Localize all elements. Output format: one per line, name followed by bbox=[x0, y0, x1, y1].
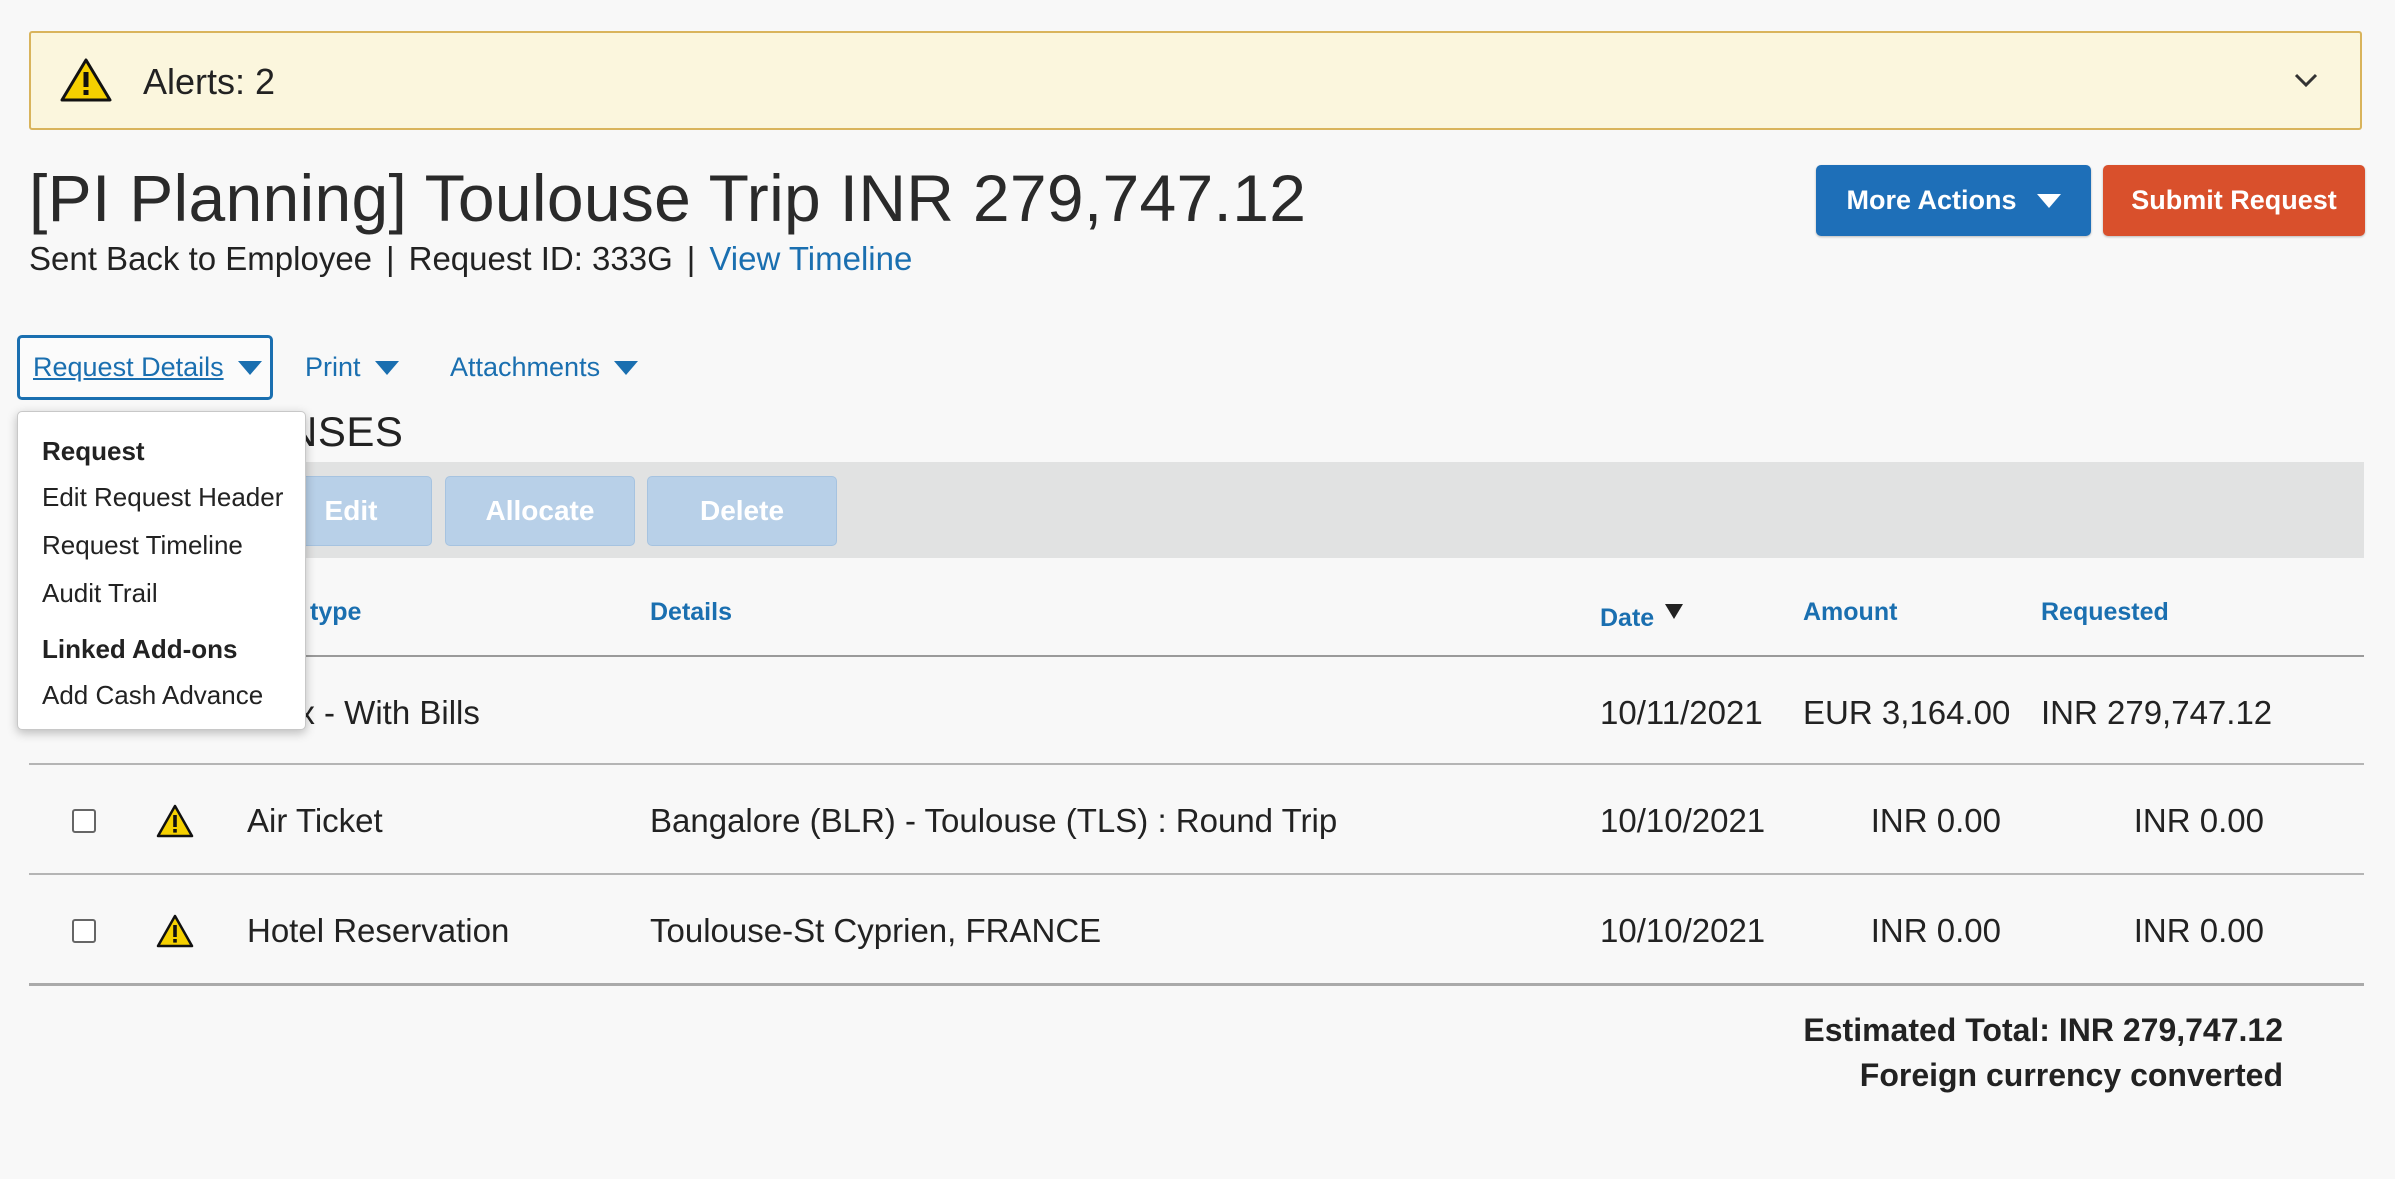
foreign-currency-note: Foreign currency converted bbox=[1859, 1057, 2283, 1093]
row2-requested: INR 0.00 bbox=[2133, 802, 2264, 839]
row2-date: 10/10/2021 bbox=[1600, 802, 1766, 839]
print-label: Print bbox=[305, 352, 361, 382]
request-details-menu[interactable]: Request Details bbox=[17, 335, 273, 400]
chevron-down-icon[interactable] bbox=[2291, 65, 2321, 95]
sort-descending-icon[interactable] bbox=[1664, 602, 1684, 620]
row3-details: Toulouse-St Cyprien, FRANCE bbox=[650, 912, 1102, 949]
edit-request-header-item[interactable]: Edit Request Header bbox=[42, 482, 283, 513]
separator: | bbox=[386, 240, 395, 277]
request-subheader: Sent Back to Employee | Request ID: 333G | V… bbox=[29, 240, 912, 278]
request-status: Sent Back to Employee bbox=[29, 240, 373, 277]
caret-down-icon bbox=[614, 360, 639, 375]
warning-icon bbox=[156, 914, 194, 948]
more-actions-label: More Actions bbox=[1846, 185, 2017, 215]
page-title: [PI Planning] Toulouse Trip INR 279,747.… bbox=[29, 161, 1307, 235]
alerts-bar[interactable]: Alerts: 2 bbox=[29, 31, 2362, 130]
view-timeline-link[interactable]: View Timeline bbox=[709, 240, 912, 277]
row-divider bbox=[29, 873, 2364, 875]
add-cash-advance-item[interactable]: Add Cash Advance bbox=[42, 680, 263, 711]
caret-down-icon bbox=[2036, 193, 2061, 208]
request-details-dropdown: Request Edit Request Header Request Time… bbox=[17, 411, 306, 730]
row1-expense-type[interactable]: ex - With Bills bbox=[280, 694, 480, 732]
dropdown-section-request: Request bbox=[42, 436, 145, 466]
request-details-label: Request Details bbox=[33, 352, 224, 382]
row3-requested: INR 0.00 bbox=[2133, 912, 2264, 949]
column-date-label: Date bbox=[1600, 604, 1655, 632]
row1-amount: EUR 3,164.00 bbox=[1803, 694, 2011, 731]
row2-expense-type[interactable]: Air Ticket bbox=[247, 802, 383, 840]
caret-down-icon bbox=[374, 360, 399, 375]
column-details[interactable]: Details bbox=[650, 598, 732, 627]
request-timeline-item[interactable]: Request Timeline bbox=[42, 530, 243, 561]
dropdown-section-linked-addons: Linked Add-ons bbox=[42, 634, 238, 664]
attachments-label: Attachments bbox=[450, 352, 601, 382]
warning-icon bbox=[156, 804, 194, 838]
column-amount[interactable]: Amount bbox=[1803, 598, 1897, 627]
row2-amount: INR 0.00 bbox=[1870, 802, 2001, 839]
row1-date: 10/11/2021 bbox=[1600, 694, 1763, 731]
separator: | bbox=[686, 240, 696, 277]
submit-request-button[interactable]: Submit Request bbox=[2103, 165, 2365, 236]
estimated-total-value: Estimated Total: INR 279,747.12 bbox=[1803, 1012, 2283, 1048]
row3-date: 10/10/2021 bbox=[1600, 912, 1766, 949]
column-date[interactable]: Date bbox=[1600, 604, 1654, 633]
row3-expense-type[interactable]: Hotel Reservation bbox=[247, 912, 509, 950]
allocate-button[interactable]: Allocate bbox=[445, 476, 635, 546]
row3-checkbox[interactable] bbox=[72, 919, 96, 943]
attachments-menu[interactable]: Attachments bbox=[450, 335, 639, 400]
header-divider bbox=[29, 655, 2364, 657]
delete-button[interactable]: Delete bbox=[647, 476, 837, 546]
row3-amount: INR 0.00 bbox=[1870, 912, 2001, 949]
column-requested[interactable]: Requested bbox=[2041, 598, 2169, 627]
more-actions-button[interactable]: More Actions bbox=[1816, 165, 2091, 236]
request-id: Request ID: 333G bbox=[408, 240, 673, 277]
warning-icon bbox=[60, 58, 112, 102]
audit-trail-item[interactable]: Audit Trail bbox=[42, 578, 158, 609]
caret-down-icon bbox=[237, 360, 262, 375]
row1-requested: INR 279,747.12 bbox=[2041, 694, 2273, 731]
print-menu[interactable]: Print bbox=[305, 335, 399, 400]
row-divider bbox=[29, 763, 2364, 765]
row2-details: Bangalore (BLR) - Toulouse (TLS) : Round… bbox=[650, 802, 1338, 839]
alerts-count: Alerts: 2 bbox=[143, 61, 276, 102]
row2-checkbox[interactable] bbox=[72, 809, 96, 833]
estimated-total: Estimated Total: INR 279,747.12 Foreign … bbox=[1803, 1008, 2283, 1098]
table-bottom-divider bbox=[29, 983, 2364, 986]
